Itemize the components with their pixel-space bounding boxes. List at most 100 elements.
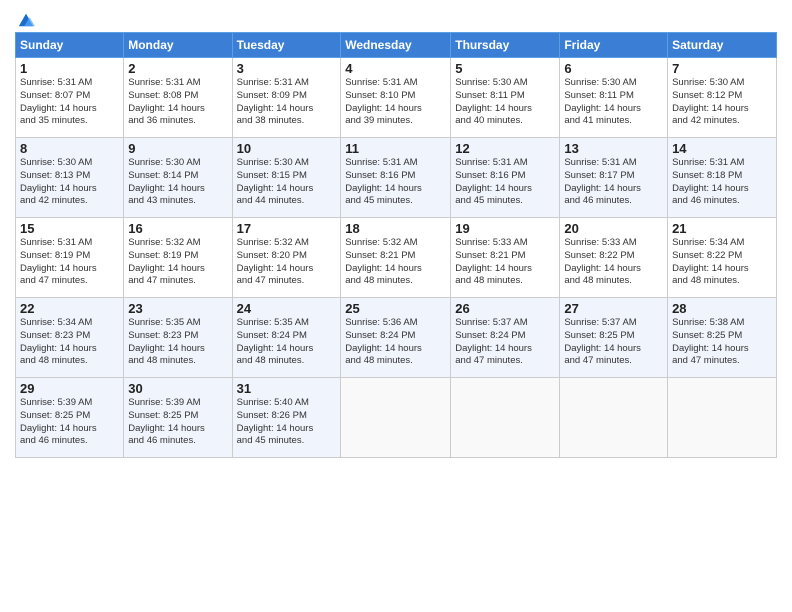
calendar-cell: 17Sunrise: 5:32 AMSunset: 8:20 PMDayligh… [232,218,341,298]
cell-info: Sunrise: 5:30 AMSunset: 8:12 PMDaylight:… [672,77,772,128]
cell-info: Sunrise: 5:36 AMSunset: 8:24 PMDaylight:… [345,317,446,368]
weekday-saturday: Saturday [668,33,777,58]
calendar-cell: 14Sunrise: 5:31 AMSunset: 8:18 PMDayligh… [668,138,777,218]
day-number: 24 [237,301,337,316]
cell-info: Sunrise: 5:31 AMSunset: 8:07 PMDaylight:… [20,77,119,128]
cell-info: Sunrise: 5:30 AMSunset: 8:11 PMDaylight:… [455,77,555,128]
calendar-cell: 12Sunrise: 5:31 AMSunset: 8:16 PMDayligh… [451,138,560,218]
cell-info: Sunrise: 5:30 AMSunset: 8:13 PMDaylight:… [20,157,119,208]
weekday-tuesday: Tuesday [232,33,341,58]
calendar-cell: 30Sunrise: 5:39 AMSunset: 8:25 PMDayligh… [124,378,232,458]
calendar-cell: 20Sunrise: 5:33 AMSunset: 8:22 PMDayligh… [560,218,668,298]
logo-icon [17,10,35,28]
day-number: 25 [345,301,446,316]
calendar-cell [451,378,560,458]
calendar-cell: 8Sunrise: 5:30 AMSunset: 8:13 PMDaylight… [16,138,124,218]
calendar-cell: 31Sunrise: 5:40 AMSunset: 8:26 PMDayligh… [232,378,341,458]
day-number: 18 [345,221,446,236]
cell-info: Sunrise: 5:30 AMSunset: 8:11 PMDaylight:… [564,77,663,128]
calendar-cell: 2Sunrise: 5:31 AMSunset: 8:08 PMDaylight… [124,58,232,138]
weekday-sunday: Sunday [16,33,124,58]
header [15,10,777,28]
weekday-wednesday: Wednesday [341,33,451,58]
day-number: 21 [672,221,772,236]
page: SundayMondayTuesdayWednesdayThursdayFrid… [0,0,792,612]
day-number: 17 [237,221,337,236]
calendar-cell: 1Sunrise: 5:31 AMSunset: 8:07 PMDaylight… [16,58,124,138]
calendar-row-1: 8Sunrise: 5:30 AMSunset: 8:13 PMDaylight… [16,138,777,218]
calendar-cell: 27Sunrise: 5:37 AMSunset: 8:25 PMDayligh… [560,298,668,378]
cell-info: Sunrise: 5:31 AMSunset: 8:09 PMDaylight:… [237,77,337,128]
day-number: 30 [128,381,227,396]
calendar-cell: 26Sunrise: 5:37 AMSunset: 8:24 PMDayligh… [451,298,560,378]
day-number: 31 [237,381,337,396]
cell-info: Sunrise: 5:30 AMSunset: 8:14 PMDaylight:… [128,157,227,208]
day-number: 7 [672,61,772,76]
day-number: 23 [128,301,227,316]
calendar-cell: 13Sunrise: 5:31 AMSunset: 8:17 PMDayligh… [560,138,668,218]
cell-info: Sunrise: 5:39 AMSunset: 8:25 PMDaylight:… [128,397,227,448]
day-number: 28 [672,301,772,316]
day-number: 26 [455,301,555,316]
cell-info: Sunrise: 5:34 AMSunset: 8:23 PMDaylight:… [20,317,119,368]
calendar-cell: 10Sunrise: 5:30 AMSunset: 8:15 PMDayligh… [232,138,341,218]
cell-info: Sunrise: 5:31 AMSunset: 8:08 PMDaylight:… [128,77,227,128]
cell-info: Sunrise: 5:38 AMSunset: 8:25 PMDaylight:… [672,317,772,368]
weekday-thursday: Thursday [451,33,560,58]
cell-info: Sunrise: 5:30 AMSunset: 8:15 PMDaylight:… [237,157,337,208]
calendar-cell: 25Sunrise: 5:36 AMSunset: 8:24 PMDayligh… [341,298,451,378]
cell-info: Sunrise: 5:31 AMSunset: 8:19 PMDaylight:… [20,237,119,288]
day-number: 13 [564,141,663,156]
cell-info: Sunrise: 5:32 AMSunset: 8:21 PMDaylight:… [345,237,446,288]
calendar-cell [560,378,668,458]
day-number: 19 [455,221,555,236]
day-number: 1 [20,61,119,76]
cell-info: Sunrise: 5:32 AMSunset: 8:19 PMDaylight:… [128,237,227,288]
cell-info: Sunrise: 5:31 AMSunset: 8:18 PMDaylight:… [672,157,772,208]
day-number: 12 [455,141,555,156]
day-number: 5 [455,61,555,76]
day-number: 4 [345,61,446,76]
calendar-cell: 16Sunrise: 5:32 AMSunset: 8:19 PMDayligh… [124,218,232,298]
day-number: 2 [128,61,227,76]
cell-info: Sunrise: 5:31 AMSunset: 8:10 PMDaylight:… [345,77,446,128]
calendar-table: SundayMondayTuesdayWednesdayThursdayFrid… [15,32,777,458]
cell-info: Sunrise: 5:40 AMSunset: 8:26 PMDaylight:… [237,397,337,448]
calendar-cell: 6Sunrise: 5:30 AMSunset: 8:11 PMDaylight… [560,58,668,138]
cell-info: Sunrise: 5:37 AMSunset: 8:25 PMDaylight:… [564,317,663,368]
day-number: 22 [20,301,119,316]
day-number: 15 [20,221,119,236]
day-number: 27 [564,301,663,316]
day-number: 14 [672,141,772,156]
calendar-cell: 21Sunrise: 5:34 AMSunset: 8:22 PMDayligh… [668,218,777,298]
calendar-cell: 28Sunrise: 5:38 AMSunset: 8:25 PMDayligh… [668,298,777,378]
calendar-cell: 5Sunrise: 5:30 AMSunset: 8:11 PMDaylight… [451,58,560,138]
cell-info: Sunrise: 5:31 AMSunset: 8:16 PMDaylight:… [455,157,555,208]
cell-info: Sunrise: 5:31 AMSunset: 8:17 PMDaylight:… [564,157,663,208]
calendar-cell: 22Sunrise: 5:34 AMSunset: 8:23 PMDayligh… [16,298,124,378]
weekday-monday: Monday [124,33,232,58]
cell-info: Sunrise: 5:33 AMSunset: 8:21 PMDaylight:… [455,237,555,288]
calendar-cell [341,378,451,458]
calendar-cell [668,378,777,458]
day-number: 9 [128,141,227,156]
day-number: 16 [128,221,227,236]
calendar-cell: 24Sunrise: 5:35 AMSunset: 8:24 PMDayligh… [232,298,341,378]
cell-info: Sunrise: 5:31 AMSunset: 8:16 PMDaylight:… [345,157,446,208]
cell-info: Sunrise: 5:35 AMSunset: 8:23 PMDaylight:… [128,317,227,368]
calendar-cell: 11Sunrise: 5:31 AMSunset: 8:16 PMDayligh… [341,138,451,218]
day-number: 6 [564,61,663,76]
calendar-cell: 23Sunrise: 5:35 AMSunset: 8:23 PMDayligh… [124,298,232,378]
cell-info: Sunrise: 5:33 AMSunset: 8:22 PMDaylight:… [564,237,663,288]
day-number: 10 [237,141,337,156]
calendar-cell: 3Sunrise: 5:31 AMSunset: 8:09 PMDaylight… [232,58,341,138]
day-number: 20 [564,221,663,236]
day-number: 29 [20,381,119,396]
calendar-row-4: 29 Sunrise: 5:39 AMSunset: 8:25 PMDayligh… [16,378,777,458]
calendar-cell: 18Sunrise: 5:32 AMSunset: 8:21 PMDayligh… [341,218,451,298]
calendar-cell: 4Sunrise: 5:31 AMSunset: 8:10 PMDaylight… [341,58,451,138]
calendar-row-2: 15Sunrise: 5:31 AMSunset: 8:19 PMDayligh… [16,218,777,298]
cell-info: Sunrise: 5:32 AMSunset: 8:20 PMDaylight:… [237,237,337,288]
calendar-row-0: 1Sunrise: 5:31 AMSunset: 8:07 PMDaylight… [16,58,777,138]
day-number: 11 [345,141,446,156]
